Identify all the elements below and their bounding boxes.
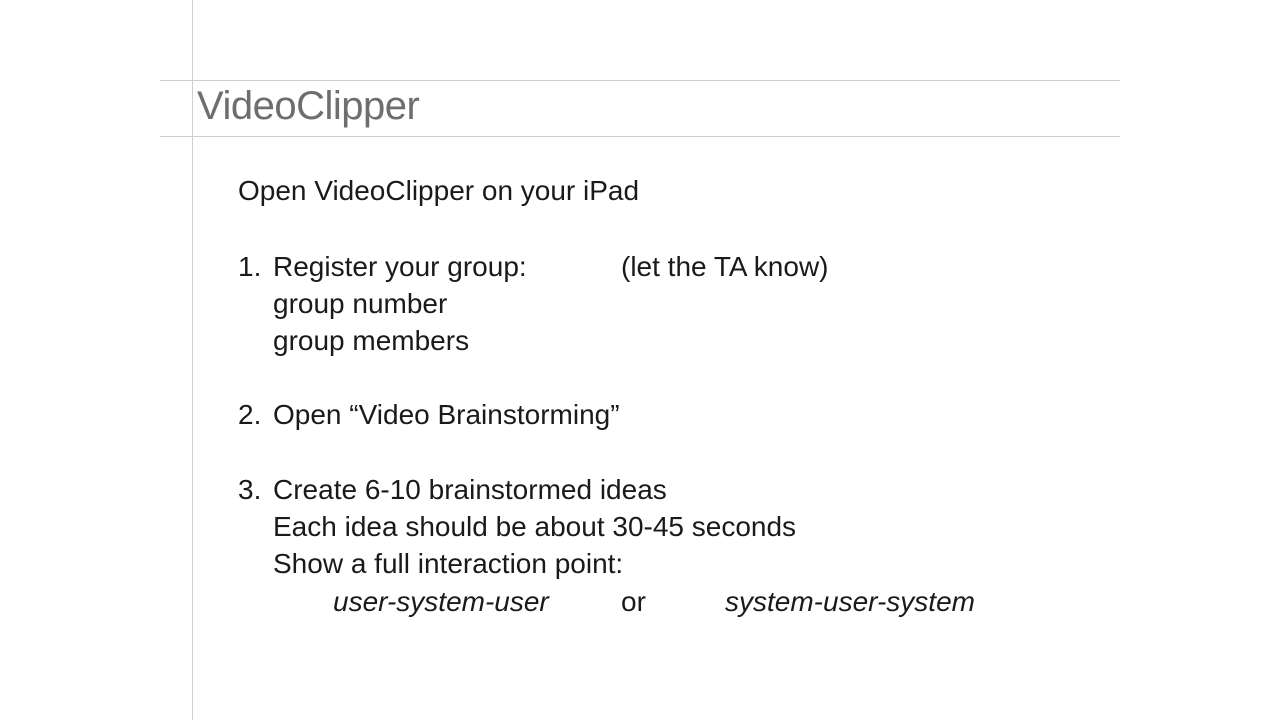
slide-title: VideoClipper [197,84,420,128]
step-1-subline-group-members: group members [273,325,470,356]
vertical-guide-line [192,0,193,720]
option-user-system-user: user-system-user [333,586,549,617]
step-1-number: 1. [238,251,262,282]
step-3-subline-interaction: Show a full interaction point: [273,548,624,579]
title-bottom-rule [160,136,1120,137]
step-3-text: Create 6-10 brainstormed ideas [273,474,667,505]
step-2-text: Open “Video Brainstorming” [273,399,620,430]
step-3-subline-duration: Each idea should be about 30-45 seconds [273,511,797,542]
step-2-number: 2. [238,399,262,430]
step-3-number: 3. [238,474,262,505]
option-system-user-system: system-user-system [725,586,975,617]
step-1-subline-group-number: group number [273,288,448,319]
step-1-text: Register your group: [273,251,527,282]
title-top-rule [160,80,1120,81]
intro-text: Open VideoClipper on your iPad [238,175,640,206]
step-1-note: (let the TA know) [621,251,829,282]
option-connector: or [621,586,646,617]
